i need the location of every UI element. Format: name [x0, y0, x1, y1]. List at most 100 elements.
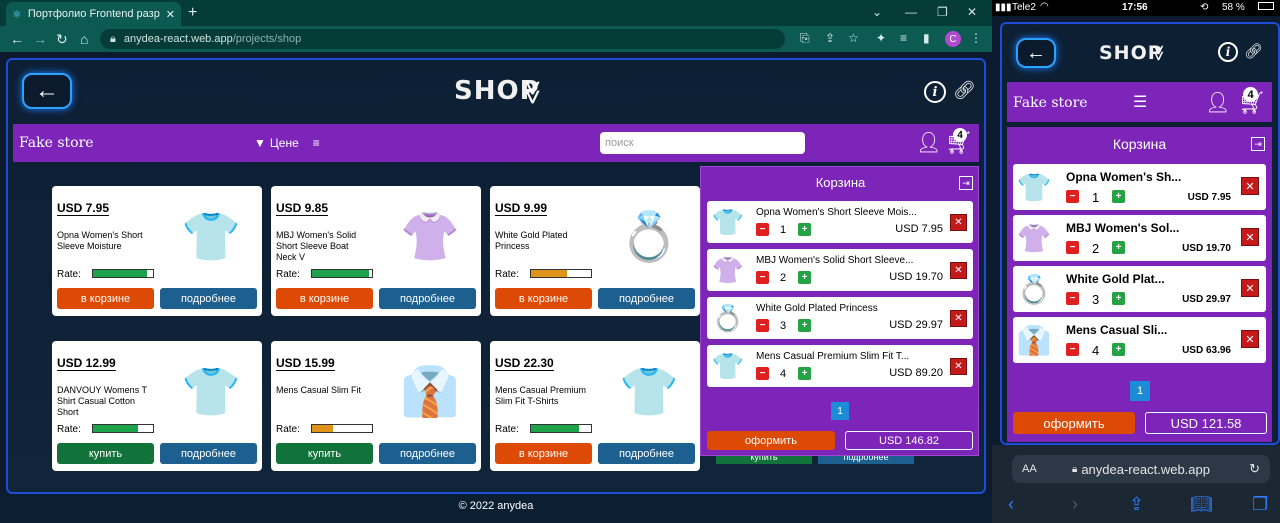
hamburger-icon[interactable]: ☰	[1133, 92, 1147, 112]
link-icon[interactable]: 🔗︎	[953, 80, 976, 101]
mobile-brand[interactable]: Fake store	[1013, 95, 1088, 111]
delete-button[interactable]: ✕	[1241, 177, 1259, 195]
details-button[interactable]: подробнее	[598, 443, 695, 464]
decrease-button[interactable]: −	[756, 319, 769, 332]
profile-avatar[interactable]: C	[945, 31, 961, 47]
reload-icon[interactable]: ↻	[56, 31, 68, 48]
safari-back-icon[interactable]: ‹	[1008, 494, 1014, 515]
chevron-down-icon[interactable]: ⌄	[872, 5, 882, 19]
decrease-button[interactable]: −	[756, 271, 769, 284]
details-button[interactable]: подробнее	[160, 443, 257, 464]
details-button[interactable]: подробнее	[379, 288, 476, 309]
product-title: Mens Casual Slim Fit	[276, 385, 362, 395]
rating-fill	[93, 270, 147, 277]
info-icon[interactable]: i	[924, 81, 946, 103]
delete-button[interactable]: ✕	[1241, 330, 1259, 348]
close-tab-icon[interactable]: ✕	[166, 8, 175, 21]
info-icon[interactable]: i	[1218, 42, 1238, 62]
safari-forward-icon[interactable]: ›	[1072, 494, 1078, 515]
reload-icon[interactable]: ↻	[1249, 461, 1260, 477]
decrease-button[interactable]: −	[1066, 241, 1079, 254]
user-check-icon[interactable]: 👤︎	[1205, 90, 1230, 115]
back-nav-icon[interactable]: ←	[10, 31, 24, 47]
mobile-url-field[interactable]: AA 🔒︎ anydea-react.web.app ↻	[1012, 455, 1270, 483]
decrease-button[interactable]: −	[1066, 190, 1079, 203]
increase-button[interactable]: +	[798, 367, 811, 380]
link-icon[interactable]: 🔗︎	[1244, 42, 1263, 60]
delete-button[interactable]: ✕	[950, 310, 967, 327]
forward-nav-icon[interactable]: →	[33, 31, 47, 47]
cart-item-qty: 4	[780, 368, 787, 380]
new-tab-button[interactable]: +	[188, 4, 197, 22]
exit-icon[interactable]: ⇥	[1251, 137, 1265, 151]
details-button[interactable]: подробнее	[160, 288, 257, 309]
add-to-cart-button[interactable]: в корзине	[57, 288, 154, 309]
cart-item: 👕 Opna Women's Short Sleeve Mois... − 1 …	[707, 201, 973, 243]
checkout-button[interactable]: оформить	[707, 431, 835, 450]
close-window-icon[interactable]: ✕	[967, 5, 977, 19]
user-check-icon[interactable]: 👤︎	[916, 130, 941, 155]
media-icon[interactable]: ≡	[900, 31, 907, 45]
page-number[interactable]: 1	[831, 402, 849, 420]
sidepanel-icon[interactable]: ▮	[923, 31, 930, 45]
share-icon[interactable]: ⇪	[1129, 494, 1144, 515]
mobile-page-number[interactable]: 1	[1130, 381, 1150, 401]
product-image: 👕	[181, 210, 241, 264]
restore-icon[interactable]: ❐	[937, 5, 948, 19]
add-to-cart-button[interactable]: в корзине	[495, 443, 592, 464]
hidden-details-button[interactable]: подробнее	[818, 456, 914, 464]
increase-button[interactable]: +	[1112, 241, 1125, 254]
cart-item-price: USD 29.97	[1182, 294, 1231, 305]
delete-button[interactable]: ✕	[950, 358, 967, 375]
translate-icon[interactable]: ⎘	[800, 31, 810, 46]
extensions-icon[interactable]: ✦	[876, 31, 886, 45]
increase-button[interactable]: +	[1112, 292, 1125, 305]
tabs-icon[interactable]: ❐	[1252, 494, 1268, 515]
delete-button[interactable]: ✕	[950, 214, 967, 231]
delete-button[interactable]: ✕	[1241, 228, 1259, 246]
cart-item-qty: 2	[780, 272, 787, 284]
add-to-cart-button[interactable]: в корзине	[495, 288, 592, 309]
url-field[interactable]: 🔒︎ anydea-react.web.app/projects/shop	[100, 29, 785, 49]
decrease-button[interactable]: −	[1066, 343, 1079, 356]
funnel-icon: ▼	[254, 136, 266, 150]
menu-icon[interactable]: ⋮	[970, 31, 982, 45]
search-input[interactable]: поиск	[600, 132, 805, 154]
exit-icon[interactable]: ⇥	[959, 176, 973, 190]
add-to-cart-button[interactable]: купить	[276, 443, 373, 464]
delete-button[interactable]: ✕	[950, 262, 967, 279]
browser-tab[interactable]: ⚛ Портфолио Frontend разрабо ✕	[6, 2, 181, 26]
decrease-button[interactable]: −	[756, 367, 769, 380]
increase-button[interactable]: +	[798, 271, 811, 284]
increase-button[interactable]: +	[798, 319, 811, 332]
delete-button[interactable]: ✕	[1241, 279, 1259, 297]
add-to-cart-button[interactable]: купить	[57, 443, 154, 464]
increase-button[interactable]: +	[1112, 343, 1125, 356]
text-size-button[interactable]: AA	[1022, 463, 1037, 475]
sort-icon[interactable]: ≡	[313, 136, 320, 150]
url-path: /projects/shop	[232, 33, 302, 45]
cart-item-price: USD 19.70	[889, 271, 943, 283]
star-icon[interactable]: ☆	[848, 31, 859, 45]
increase-button[interactable]: +	[798, 223, 811, 236]
home-icon[interactable]: ⌂	[80, 31, 88, 47]
minimize-icon[interactable]: —	[905, 5, 917, 19]
increase-button[interactable]: +	[1112, 190, 1125, 203]
mobile-cart-item: 💍 White Gold Plat... − 3 + USD 29.97 ✕	[1013, 266, 1266, 312]
mobile-checkout-button[interactable]: оформить	[1013, 412, 1135, 434]
back-button[interactable]: ←	[22, 73, 72, 109]
decrease-button[interactable]: −	[1066, 292, 1079, 305]
details-button[interactable]: подробнее	[598, 288, 695, 309]
details-button[interactable]: подробнее	[379, 443, 476, 464]
bookmarks-icon[interactable]: 📖︎	[1190, 494, 1213, 515]
brand[interactable]: Fake store	[19, 135, 94, 151]
add-to-cart-button[interactable]: в корзине	[276, 288, 373, 309]
share-icon[interactable]: ⇪	[825, 31, 835, 45]
product-title: White Gold Plated Princess	[495, 230, 568, 251]
hidden-buy-button[interactable]: купить	[716, 456, 812, 464]
decrease-button[interactable]: −	[756, 223, 769, 236]
chevron-down-icon[interactable]: ≫	[518, 80, 547, 105]
filter-button[interactable]: ▼ Цене ≡	[254, 136, 320, 150]
mobile-back-button[interactable]: ←	[1016, 38, 1056, 68]
chevron-down-icon[interactable]: ≫	[1148, 45, 1168, 62]
